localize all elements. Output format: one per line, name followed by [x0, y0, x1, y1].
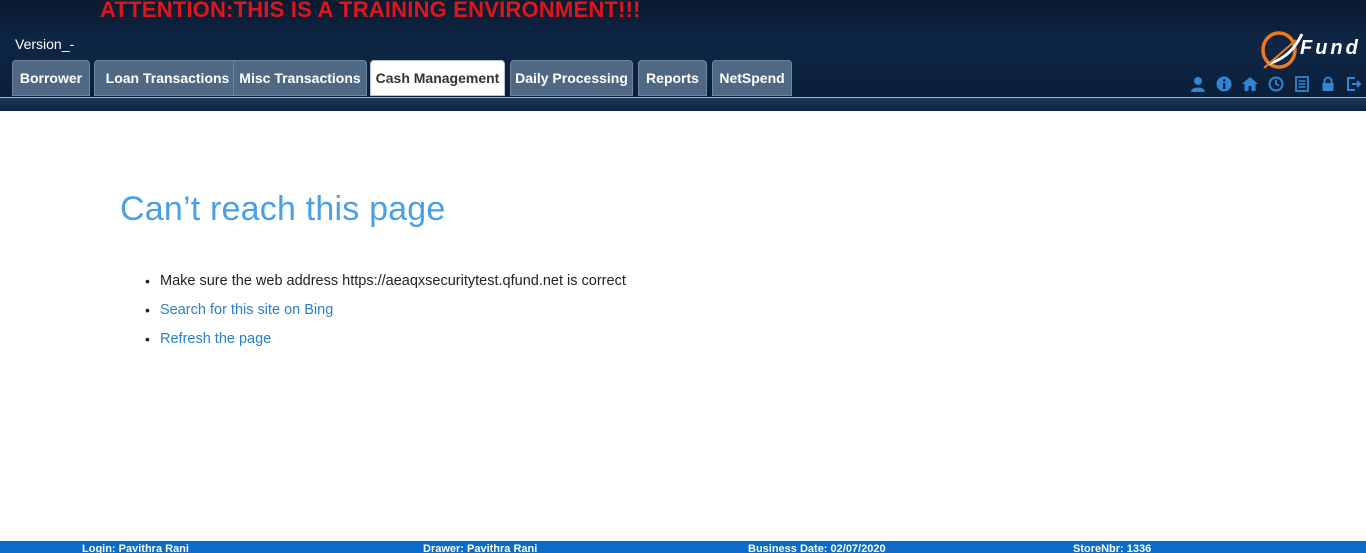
- list-item: Refresh the page: [120, 325, 626, 354]
- tab-cash-management[interactable]: Cash Management: [370, 60, 505, 96]
- tab-borrower[interactable]: Borrower: [12, 60, 90, 96]
- status-footer: Login: Pavithra Rani Drawer: Pavithra Ra…: [0, 541, 1366, 553]
- qfund-logo: Fund: [1258, 28, 1362, 72]
- tab-reports[interactable]: Reports: [638, 60, 707, 96]
- error-title: Can’t reach this page: [120, 190, 446, 228]
- error-panel: Can’t reach this page Make sure the web …: [120, 190, 626, 354]
- tab-netspend[interactable]: NetSpend: [712, 60, 792, 96]
- search-bing-link[interactable]: Search for this site on Bing: [160, 302, 333, 318]
- tab-loan-transactions[interactable]: Loan Transactions: [94, 60, 241, 96]
- logout-icon[interactable]: [1343, 74, 1365, 94]
- tab-misc-transactions[interactable]: Misc Transactions: [233, 60, 367, 96]
- training-banner: ATTENTION:THIS IS A TRAINING ENVIRONMENT…: [100, 0, 641, 22]
- clock-icon[interactable]: [1265, 74, 1287, 94]
- refresh-page-link[interactable]: Refresh the page: [160, 331, 271, 347]
- header-divider: [0, 97, 1366, 111]
- list-item: Search for this site on Bing: [120, 296, 626, 325]
- app-header: ATTENTION:THIS IS A TRAINING ENVIRONMENT…: [0, 0, 1366, 97]
- error-suggestions: Make sure the web address https://aeaqxs…: [120, 267, 626, 354]
- footer-business-date: Business Date: 02/07/2020: [748, 543, 886, 553]
- footer-drawer: Drawer: Pavithra Rani: [423, 543, 538, 553]
- suggestion-check-address: Make sure the web address https://aeaqxs…: [120, 267, 626, 296]
- home-icon[interactable]: [1239, 74, 1261, 94]
- lock-icon[interactable]: [1317, 74, 1339, 94]
- tab-daily-processing[interactable]: Daily Processing: [510, 60, 633, 96]
- user-icon[interactable]: [1187, 74, 1209, 94]
- info-icon[interactable]: [1213, 74, 1235, 94]
- version-label: Version_-: [15, 36, 75, 52]
- footer-store-number: StoreNbr: 1336: [1073, 543, 1152, 553]
- footer-login: Login: Pavithra Rani: [82, 543, 189, 553]
- toolbar-icons: [1187, 74, 1365, 94]
- notepad-icon[interactable]: [1291, 74, 1313, 94]
- svg-text:Fund: Fund: [1300, 37, 1361, 59]
- qfund-logo-graphic: Fund: [1261, 31, 1361, 69]
